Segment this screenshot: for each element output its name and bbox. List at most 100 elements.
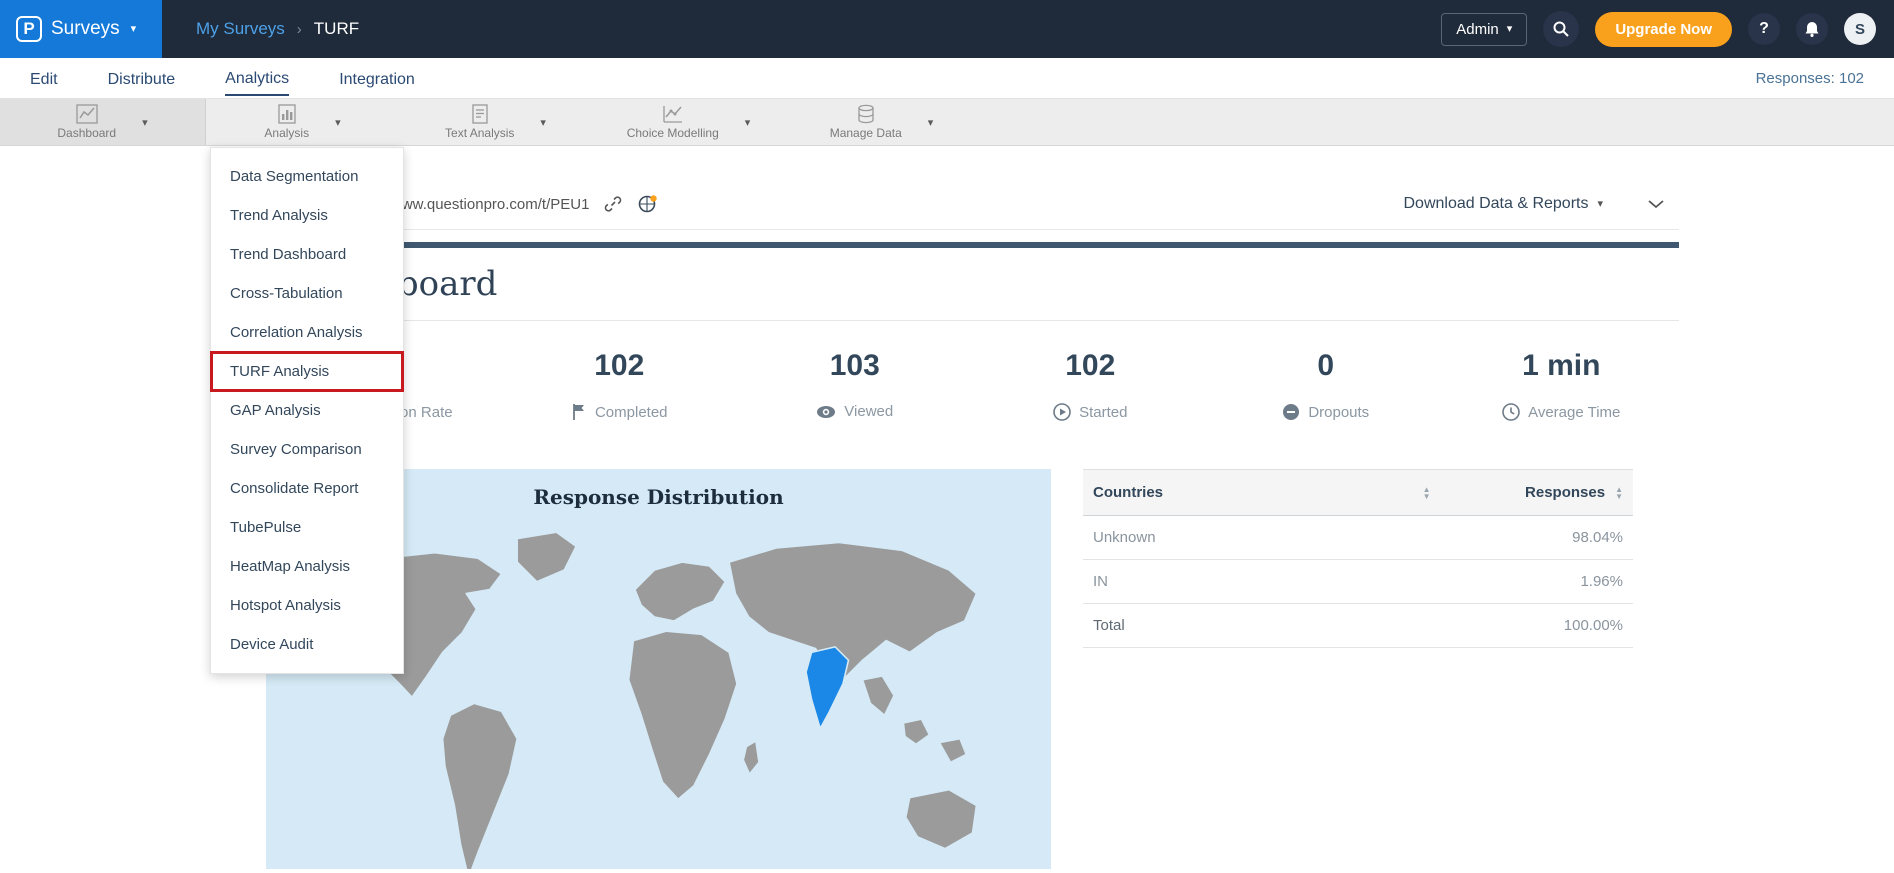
tab-distribute[interactable]: Distribute [108, 62, 176, 95]
column-header-responses[interactable]: Responses ▲▼ [1441, 470, 1634, 516]
menu-item-turf-analysis[interactable]: TURF Analysis [211, 352, 403, 391]
column-header-countries[interactable]: Countries ▲▼ [1083, 470, 1441, 516]
responses-cell: 1.96% [1441, 560, 1634, 604]
country-cell: Unknown [1083, 516, 1441, 560]
stat-value: 102 [1065, 349, 1115, 385]
caret-down-icon[interactable]: ▾ [540, 116, 546, 129]
toolbar-item-dashboard[interactable]: Dashboard ▾ [0, 99, 206, 145]
tab-integration[interactable]: Integration [339, 62, 415, 95]
flag-icon [571, 403, 587, 421]
responses-count: Responses: 102 [1756, 70, 1864, 87]
clock-icon [1502, 403, 1520, 421]
breadcrumb: My Surveys › TURF [196, 19, 359, 39]
upgrade-now-button[interactable]: Upgrade Now [1595, 12, 1732, 47]
brand-label: Surveys [51, 18, 120, 40]
column-label: Responses [1525, 484, 1605, 501]
caret-down-icon: ▾ [131, 24, 137, 35]
caret-down-icon[interactable]: ▾ [745, 116, 751, 129]
sort-icon[interactable]: ▲▼ [1423, 486, 1431, 500]
search-button[interactable] [1543, 11, 1579, 47]
help-button[interactable]: ? [1748, 13, 1780, 45]
analysis-dropdown-menu: Data Segmentation Trend Analysis Trend D… [210, 147, 404, 674]
stats-row: Completion Rate 102 Completed 103 [266, 321, 1679, 455]
stat-label: Viewed [844, 403, 893, 420]
menu-item-gap-analysis[interactable]: GAP Analysis [211, 391, 403, 430]
countries-table: Countries ▲▼ Responses ▲▼ [1083, 469, 1633, 648]
menu-item-consolidate-report[interactable]: Consolidate Report [211, 469, 403, 508]
stat-value: 1 min [1522, 349, 1600, 385]
toolbar-item-choice-modelling[interactable]: Choice Modelling ▾ [592, 99, 785, 145]
avatar[interactable]: S [1844, 13, 1876, 45]
notifications-button[interactable] [1796, 13, 1828, 45]
menu-item-trend-analysis[interactable]: Trend Analysis [211, 196, 403, 235]
stat-started: 102 Started [973, 349, 1209, 421]
country-cell: IN [1083, 560, 1441, 604]
choice-chart-icon [662, 104, 684, 124]
menu-item-tubepulse[interactable]: TubePulse [211, 508, 403, 547]
column-label: Countries [1093, 484, 1163, 501]
stat-dropouts: 0 Dropouts [1208, 349, 1444, 421]
stat-label: Average Time [1528, 404, 1620, 421]
questionpro-logo-icon: P [16, 16, 42, 42]
menu-item-data-segmentation[interactable]: Data Segmentation [211, 157, 403, 196]
caret-down-icon: ▾ [1597, 199, 1603, 210]
caret-down-icon[interactable]: ▾ [928, 116, 934, 129]
survey-tabs-bar: Edit Distribute Analytics Integration Re… [0, 58, 1894, 98]
menu-item-device-audit[interactable]: Device Audit [211, 625, 403, 664]
top-header: P Surveys ▾ My Surveys › TURF Admin ▾ Up… [0, 0, 1894, 58]
menu-item-trend-dashboard[interactable]: Trend Dashboard [211, 235, 403, 274]
dashboard-widgets: Response Distribution [266, 469, 1679, 869]
toolbar-label: Text Analysis [445, 126, 514, 140]
toolbar-item-analysis[interactable]: Analysis ▾ [206, 99, 399, 145]
tab-edit[interactable]: Edit [30, 62, 58, 95]
link-icon [603, 194, 623, 214]
caret-down-icon: ▾ [1507, 24, 1513, 35]
admin-label: Admin [1456, 21, 1499, 38]
avatar-initial: S [1855, 21, 1865, 38]
menu-item-correlation-analysis[interactable]: Correlation Analysis [211, 313, 403, 352]
survey-url-bar: https://www.questionpro.com/t/PEU1 Downl… [266, 179, 1679, 230]
stat-label: Completed [595, 404, 668, 421]
table-row-total: Total 100.00% [1083, 604, 1633, 648]
admin-menu-button[interactable]: Admin ▾ [1441, 13, 1527, 46]
tab-analytics[interactable]: Analytics [225, 61, 289, 96]
toolbar-item-text-analysis[interactable]: Text Analysis ▾ [399, 99, 592, 145]
menu-item-hotspot-analysis[interactable]: Hotspot Analysis [211, 586, 403, 625]
text-doc-icon [470, 104, 490, 124]
stat-value: 102 [594, 349, 644, 385]
toolbar-label: Analysis [264, 126, 309, 140]
menu-item-cross-tabulation[interactable]: Cross-Tabulation [211, 274, 403, 313]
responses-cell: 100.00% [1441, 604, 1634, 648]
download-data-reports-dropdown[interactable]: Download Data & Reports ▾ [1403, 195, 1603, 213]
bar-chart-icon [277, 104, 297, 124]
stat-value: 0 [1317, 349, 1334, 385]
copy-link-button[interactable] [603, 194, 623, 214]
play-circle-icon [1053, 403, 1071, 421]
eye-icon [816, 405, 836, 419]
bell-icon [1803, 20, 1821, 38]
dashboard-content: https://www.questionpro.com/t/PEU1 Downl… [266, 179, 1679, 869]
menu-item-survey-comparison[interactable]: Survey Comparison [211, 430, 403, 469]
sort-icon[interactable]: ▲▼ [1615, 486, 1623, 500]
countries-table-card: Countries ▲▼ Responses ▲▼ [1083, 469, 1633, 869]
search-icon [1552, 20, 1570, 38]
stat-viewed: 103 Viewed [737, 349, 973, 421]
toolbar-item-manage-data[interactable]: Manage Data ▾ [785, 99, 978, 145]
menu-item-heatmap-analysis[interactable]: HeatMap Analysis [211, 547, 403, 586]
breadcrumb-my-surveys[interactable]: My Surveys [196, 19, 285, 39]
page-title-row: Dashboard [266, 248, 1679, 321]
stat-label: Dropouts [1308, 404, 1369, 421]
stat-value: 103 [830, 349, 880, 385]
line-chart-icon [76, 104, 98, 124]
stat-completed: 102 Completed [502, 349, 738, 421]
map-country-india[interactable] [806, 647, 848, 729]
surveys-product-switcher[interactable]: P Surveys ▾ [0, 0, 162, 58]
share-button[interactable] [637, 193, 659, 215]
toolbar-label: Manage Data [830, 126, 902, 140]
caret-down-icon[interactable]: ▾ [142, 116, 148, 129]
minus-circle-icon [1282, 403, 1300, 421]
caret-down-icon[interactable]: ▾ [335, 116, 341, 129]
chevron-down-icon [1647, 199, 1665, 209]
database-icon [856, 104, 876, 124]
collapse-bar-button[interactable] [1647, 199, 1665, 209]
